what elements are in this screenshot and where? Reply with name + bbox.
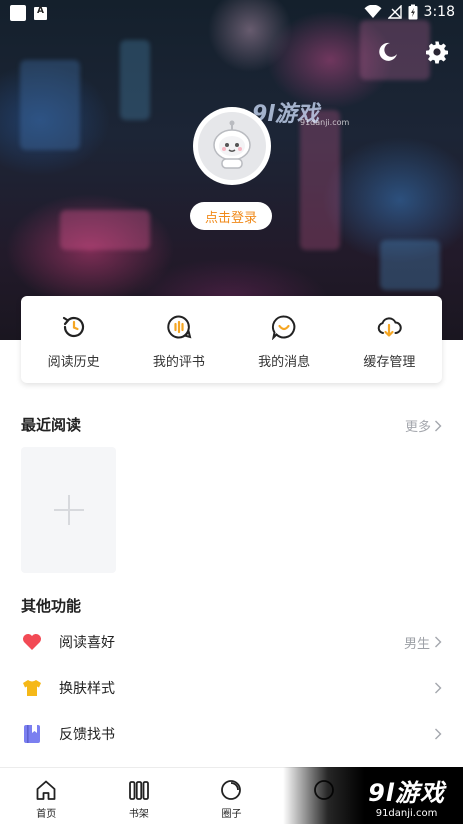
book-icon bbox=[21, 723, 43, 745]
recent-more-link[interactable]: 更多 bbox=[405, 416, 442, 435]
chevron-right-icon bbox=[435, 420, 442, 431]
review-icon bbox=[165, 313, 193, 341]
row-label: 换肤样式 bbox=[59, 681, 115, 697]
setting-row-skin-style[interactable]: 换肤样式 bbox=[21, 673, 442, 703]
quick-action-label: 我的评书 bbox=[152, 355, 205, 370]
nav-label: 书架 bbox=[128, 809, 149, 820]
settings-gear-icon[interactable] bbox=[423, 38, 451, 66]
setting-row-reading-preference[interactable]: 阅读喜好 男生 bbox=[21, 627, 442, 657]
robot-avatar-icon bbox=[213, 120, 251, 169]
plus-icon bbox=[53, 495, 84, 525]
status-bar: 3:18 bbox=[0, 0, 463, 26]
quick-action-my-messages[interactable]: 我的消息 bbox=[232, 296, 337, 383]
no-signal-icon bbox=[387, 5, 402, 19]
bookshelf-icon bbox=[127, 778, 151, 802]
notification-icon bbox=[10, 5, 26, 21]
other-functions-title: 其他功能 bbox=[21, 597, 82, 615]
row-label: 阅读喜好 bbox=[59, 635, 115, 651]
nav-circle[interactable]: 圈子 bbox=[185, 768, 278, 824]
quick-action-my-reviews[interactable]: 我的评书 bbox=[126, 296, 231, 383]
chevron-right-icon bbox=[435, 636, 442, 648]
chevron-right-icon bbox=[435, 682, 442, 694]
nav-label: 首页 bbox=[36, 809, 57, 820]
night-mode-icon[interactable] bbox=[374, 38, 402, 66]
recent-reading-title: 最近阅读 bbox=[21, 416, 82, 434]
history-icon bbox=[60, 313, 88, 341]
quick-action-label: 阅读历史 bbox=[47, 355, 100, 370]
chevron-right-icon bbox=[435, 728, 442, 740]
wifi-icon bbox=[364, 5, 382, 18]
nav-bookshelf[interactable]: 书架 bbox=[93, 768, 186, 824]
row-value bbox=[434, 728, 442, 740]
cache-download-icon bbox=[375, 313, 403, 341]
quick-actions-card: 阅读历史 我的评书 我的消息 缓存管理 bbox=[21, 296, 442, 383]
shirt-icon bbox=[21, 677, 43, 699]
quick-action-label: 我的消息 bbox=[258, 355, 311, 370]
circle-icon bbox=[219, 778, 243, 802]
more-label: 更多 bbox=[404, 420, 431, 435]
nav-home[interactable]: 首页 bbox=[0, 768, 93, 824]
login-button[interactable]: 点击登录 bbox=[190, 202, 272, 230]
row-label: 反馈找书 bbox=[59, 727, 115, 743]
quick-action-cache-management[interactable]: 缓存管理 bbox=[337, 296, 442, 383]
watermark-logo-bottom: 9l游戏 91danji.com bbox=[283, 767, 463, 824]
setting-row-feedback-find-book[interactable]: 反馈找书 bbox=[21, 719, 442, 749]
add-book-button[interactable] bbox=[21, 447, 116, 573]
nav-label: 圈子 bbox=[221, 809, 242, 820]
row-value bbox=[434, 682, 442, 694]
heart-icon bbox=[21, 631, 43, 653]
message-icon bbox=[270, 313, 298, 341]
row-value: 男生 bbox=[404, 633, 442, 652]
battery-charging-icon bbox=[408, 4, 418, 20]
quick-action-label: 缓存管理 bbox=[363, 355, 416, 370]
avatar[interactable] bbox=[193, 107, 271, 185]
keyboard-icon bbox=[34, 6, 47, 20]
clock: 3:18 bbox=[423, 4, 455, 20]
home-icon bbox=[34, 778, 58, 802]
quick-action-reading-history[interactable]: 阅读历史 bbox=[21, 296, 126, 383]
